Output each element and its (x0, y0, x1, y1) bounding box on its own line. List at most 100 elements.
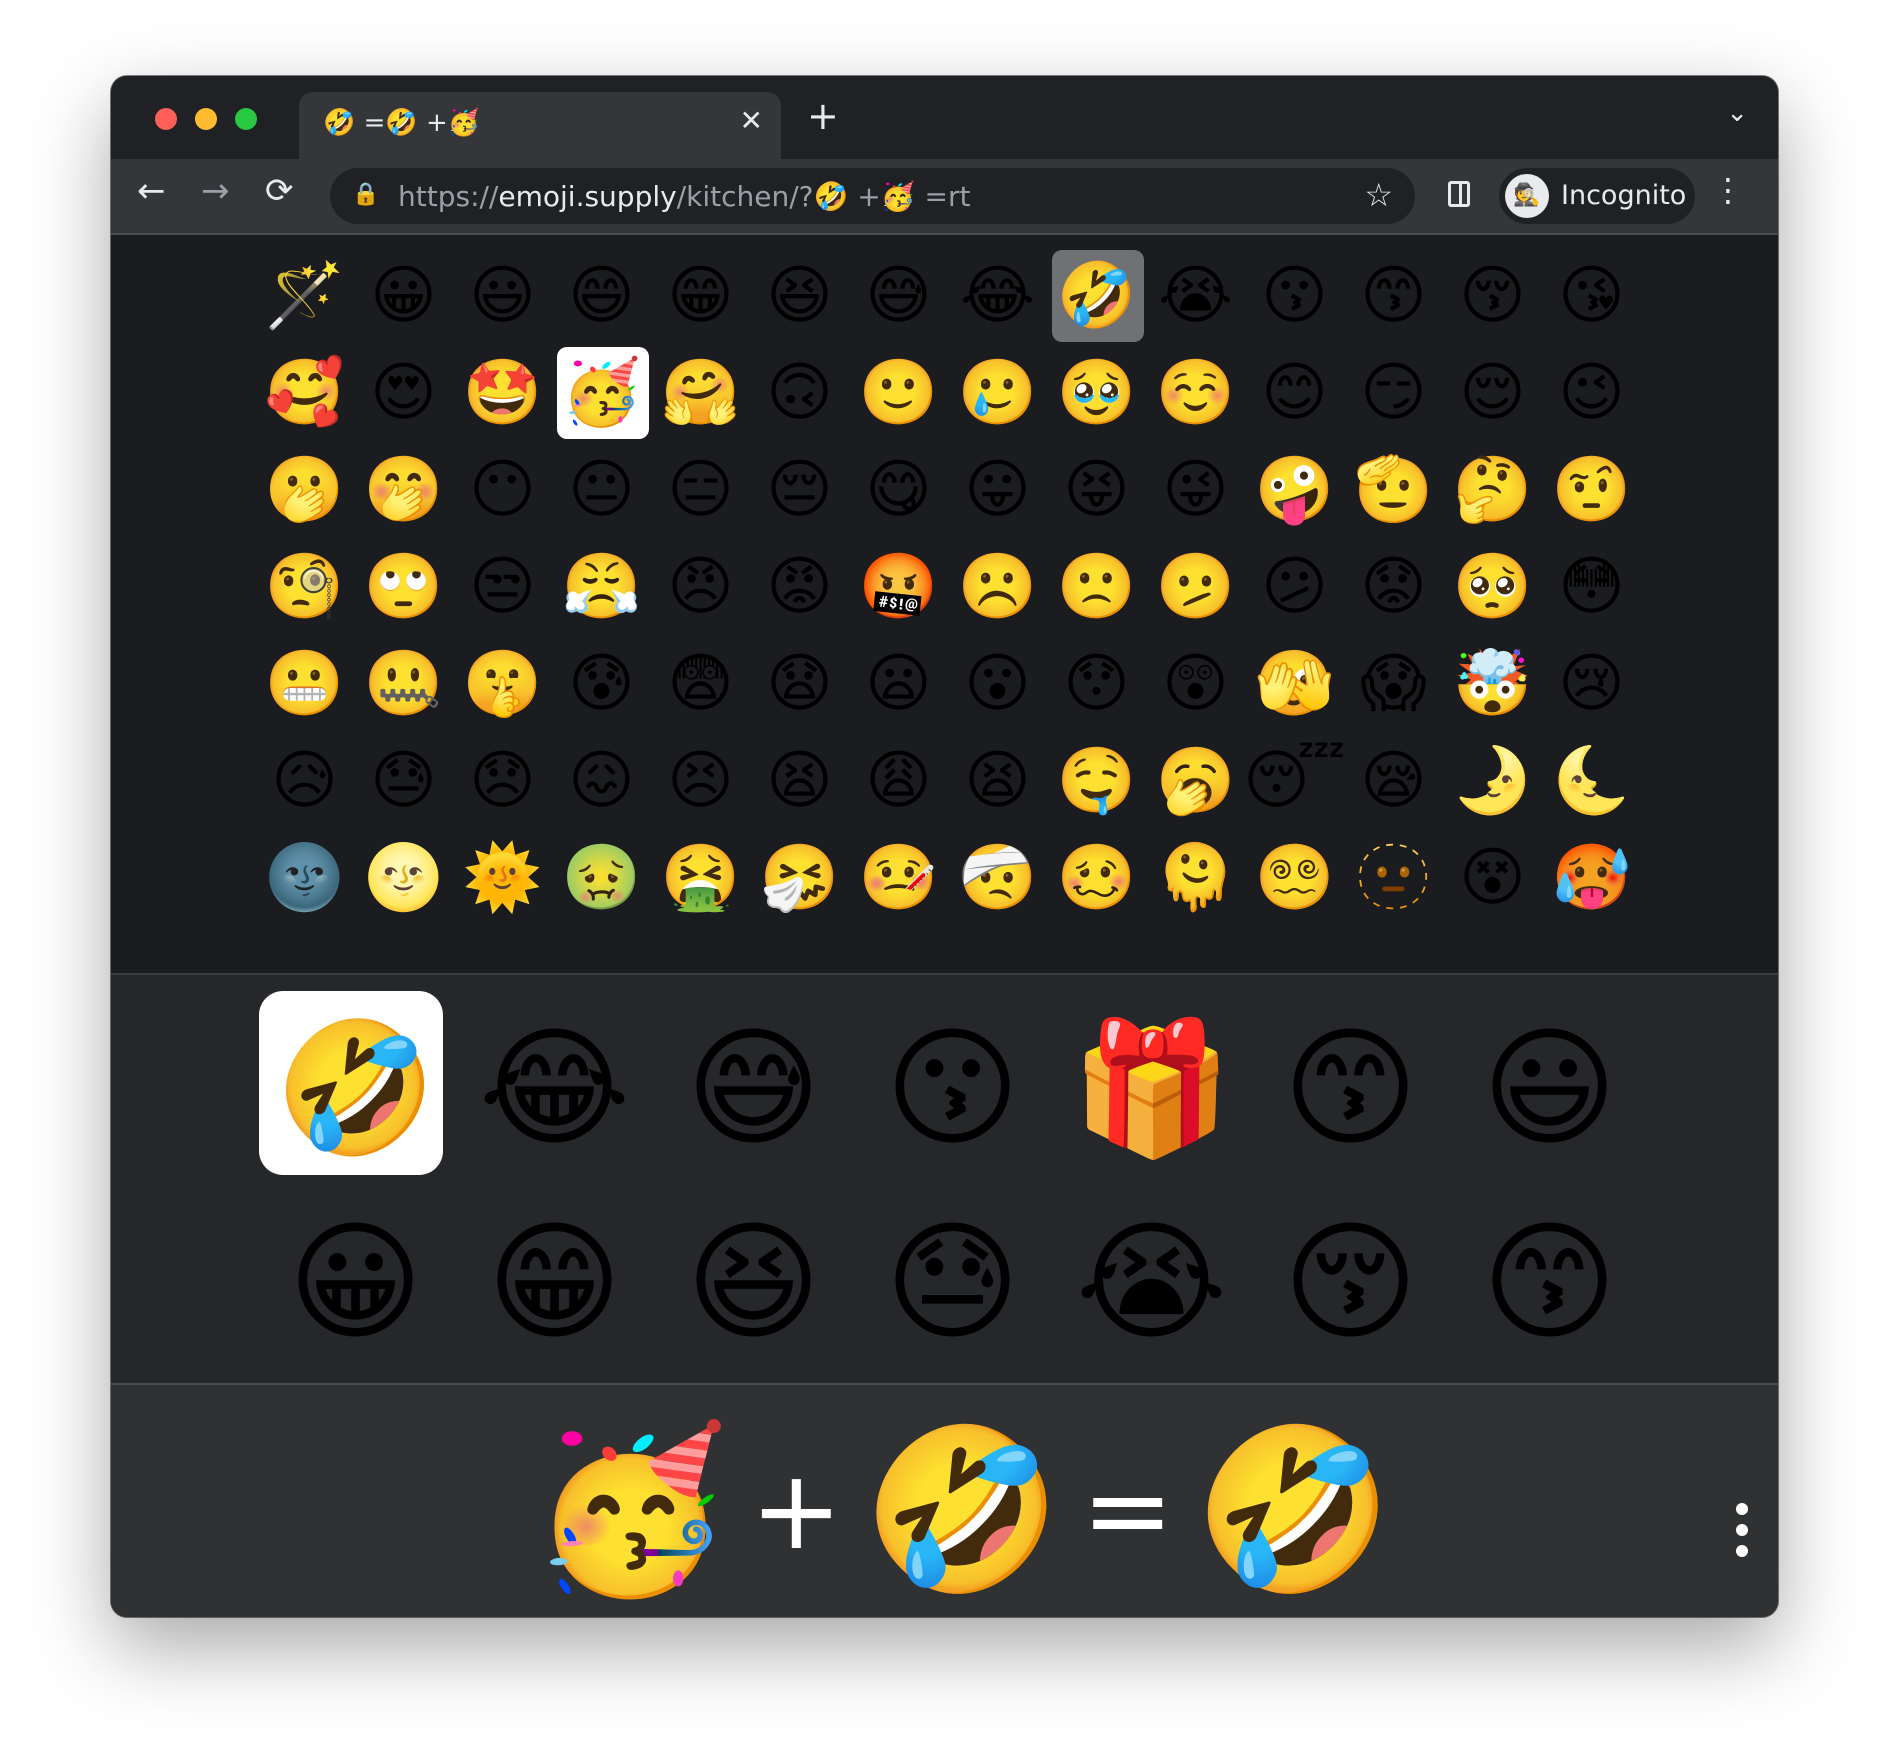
emoji-cell[interactable]: ☺️ (1146, 344, 1245, 441)
emoji-cell[interactable]: 😤 (552, 538, 651, 635)
emoji-cell[interactable]: 😵‍💫 (1245, 829, 1344, 926)
emoji-cell[interactable]: 🌛 (1443, 732, 1542, 829)
emoji-cell[interactable]: 😝 (1047, 441, 1146, 538)
emoji-cell[interactable]: 🙄 (354, 538, 453, 635)
emoji-cell[interactable]: 🙃 (750, 344, 849, 441)
new-tab-button[interactable]: + (807, 94, 839, 138)
emoji-cell[interactable]: 😙 (1344, 247, 1443, 344)
emoji-cell[interactable]: 🙁 (1047, 538, 1146, 635)
emoji-cell[interactable]: 🤐 (354, 635, 453, 732)
emoji-cell[interactable]: 😄 (552, 247, 651, 344)
emoji-cell[interactable]: 🤩 (453, 344, 552, 441)
emoji-cell[interactable]: 😆 (750, 247, 849, 344)
emoji-cell[interactable]: 😦 (849, 635, 948, 732)
emoji-cell[interactable]: 😍 (354, 344, 453, 441)
emoji-cell[interactable]: 🌞 (453, 829, 552, 926)
emoji-cell[interactable]: 😌 (1443, 344, 1542, 441)
emoji-cell[interactable]: 😔 (750, 441, 849, 538)
back-arrow-icon[interactable]: ← (137, 171, 166, 211)
emoji-cell[interactable]: 😨 (651, 635, 750, 732)
emoji-cell[interactable]: 😟 (1344, 538, 1443, 635)
emoji-cell[interactable]: 🤣 (1047, 247, 1146, 344)
emoji-cell[interactable]: 😅 (849, 247, 948, 344)
emoji-cell[interactable]: 😣 (651, 732, 750, 829)
emoji-cell[interactable]: 🤫 (453, 635, 552, 732)
combination-tile[interactable]: 🤣 (256, 991, 455, 1185)
emoji-cell[interactable]: 😠 (651, 538, 750, 635)
close-window-button[interactable] (155, 108, 177, 130)
emoji-cell[interactable]: 🥵 (1542, 829, 1641, 926)
combination-tile[interactable]: 😙 (1450, 1185, 1649, 1379)
emoji-cell[interactable]: 😢 (1542, 635, 1641, 732)
combination-tile[interactable]: 🎁 (1052, 991, 1251, 1185)
emoji-cell[interactable]: 😲 (1146, 635, 1245, 732)
emoji-cell[interactable]: 😡 (750, 538, 849, 635)
side-panel-icon[interactable] (1448, 181, 1470, 207)
combination-tile[interactable]: 😚 (1251, 1185, 1450, 1379)
emoji-cell[interactable]: 😚 (1443, 247, 1542, 344)
browser-menu-icon[interactable]: ⋮ (1712, 171, 1744, 209)
minimize-window-button[interactable] (195, 108, 217, 130)
emoji-cell[interactable]: 😞 (453, 732, 552, 829)
active-tab[interactable]: 🤣 =🤣 +🥳 ✕ (299, 92, 781, 159)
emoji-cell[interactable]: 🥱 (1146, 732, 1245, 829)
combination-tile[interactable]: 😂 (455, 991, 654, 1185)
emoji-cell[interactable]: 😜 (1146, 441, 1245, 538)
result-output-emoji[interactable]: 🤣 (1194, 1430, 1393, 1590)
emoji-cell[interactable]: 🤬 (849, 538, 948, 635)
combination-tile[interactable]: 😭 (1052, 1185, 1251, 1379)
emoji-cell[interactable]: 🥲 (948, 344, 1047, 441)
reload-icon[interactable]: ⟳ (265, 171, 294, 211)
emoji-cell[interactable]: 😖 (552, 732, 651, 829)
tab-close-icon[interactable]: ✕ (740, 104, 763, 137)
emoji-cell[interactable]: 😱 (1344, 635, 1443, 732)
emoji-cell[interactable]: 😵 (1443, 829, 1542, 926)
emoji-cell[interactable]: 🤧 (750, 829, 849, 926)
emoji-cell[interactable]: 😏 (1344, 344, 1443, 441)
combination-tile[interactable]: 😓 (853, 1185, 1052, 1379)
emoji-cell[interactable]: 😗 (1245, 247, 1344, 344)
emoji-cell[interactable]: 😮 (948, 635, 1047, 732)
emoji-cell[interactable]: 😛 (948, 441, 1047, 538)
combination-tile[interactable]: 😗 (853, 991, 1052, 1185)
emoji-cell[interactable]: 🤨 (1542, 441, 1641, 538)
emoji-cell[interactable]: 😴 (1243, 732, 1346, 829)
emoji-cell[interactable]: 🥳 (552, 344, 651, 441)
emoji-cell[interactable]: 🪄 (255, 247, 354, 344)
zoom-window-button[interactable] (235, 108, 257, 130)
emoji-cell[interactable]: 🤭 (354, 441, 453, 538)
emoji-cell[interactable]: 😭 (1146, 247, 1245, 344)
emoji-cell[interactable]: 🤮 (651, 829, 750, 926)
emoji-cell[interactable]: 😒 (453, 538, 552, 635)
emoji-cell[interactable]: 😶 (453, 441, 552, 538)
bookmark-star-icon[interactable]: ☆ (1364, 176, 1393, 214)
emoji-cell[interactable]: 🫢 (255, 441, 354, 538)
combination-tile[interactable]: 😀 (256, 1185, 455, 1379)
result-left-emoji[interactable]: 🥳 (531, 1430, 730, 1590)
emoji-cell[interactable]: 😯 (1047, 635, 1146, 732)
emoji-cell[interactable]: 😋 (849, 441, 948, 538)
emoji-cell[interactable]: 😃 (453, 247, 552, 344)
address-bar[interactable]: 🔒 https://emoji.supply/kitchen/?🤣 +🥳 =rt… (330, 168, 1415, 224)
combination-tile[interactable]: 😆 (654, 1185, 853, 1379)
emoji-cell[interactable]: 😫 (750, 732, 849, 829)
emoji-cell[interactable]: 😬 (255, 635, 354, 732)
emoji-cell[interactable]: 🥴 (1047, 829, 1146, 926)
emoji-cell[interactable]: 😀 (354, 247, 453, 344)
emoji-cell[interactable]: 😕 (1245, 538, 1344, 635)
emoji-cell[interactable]: 😫 (948, 732, 1047, 829)
emoji-cell[interactable]: 😑 (651, 441, 750, 538)
emoji-cell[interactable]: 😉 (1542, 344, 1641, 441)
emoji-cell[interactable]: 🫣 (1245, 635, 1344, 732)
emoji-cell[interactable]: 🫥 (1344, 829, 1443, 926)
emoji-cell[interactable]: 🤯 (1443, 635, 1542, 732)
url-text[interactable]: https://emoji.supply/kitchen/?🤣 +🥳 =rt (398, 180, 970, 213)
emoji-cell[interactable]: 🥺 (1443, 538, 1542, 635)
combination-tile[interactable]: 😅 (654, 991, 853, 1185)
emoji-cell[interactable]: 🥰 (255, 344, 354, 441)
emoji-cell[interactable]: 🫡 (1344, 441, 1443, 538)
lock-icon[interactable]: 🔒 (352, 182, 379, 207)
emoji-cell[interactable]: 😩 (849, 732, 948, 829)
emoji-cell[interactable]: 🤔 (1443, 441, 1542, 538)
emoji-cell[interactable]: 😥 (255, 732, 354, 829)
